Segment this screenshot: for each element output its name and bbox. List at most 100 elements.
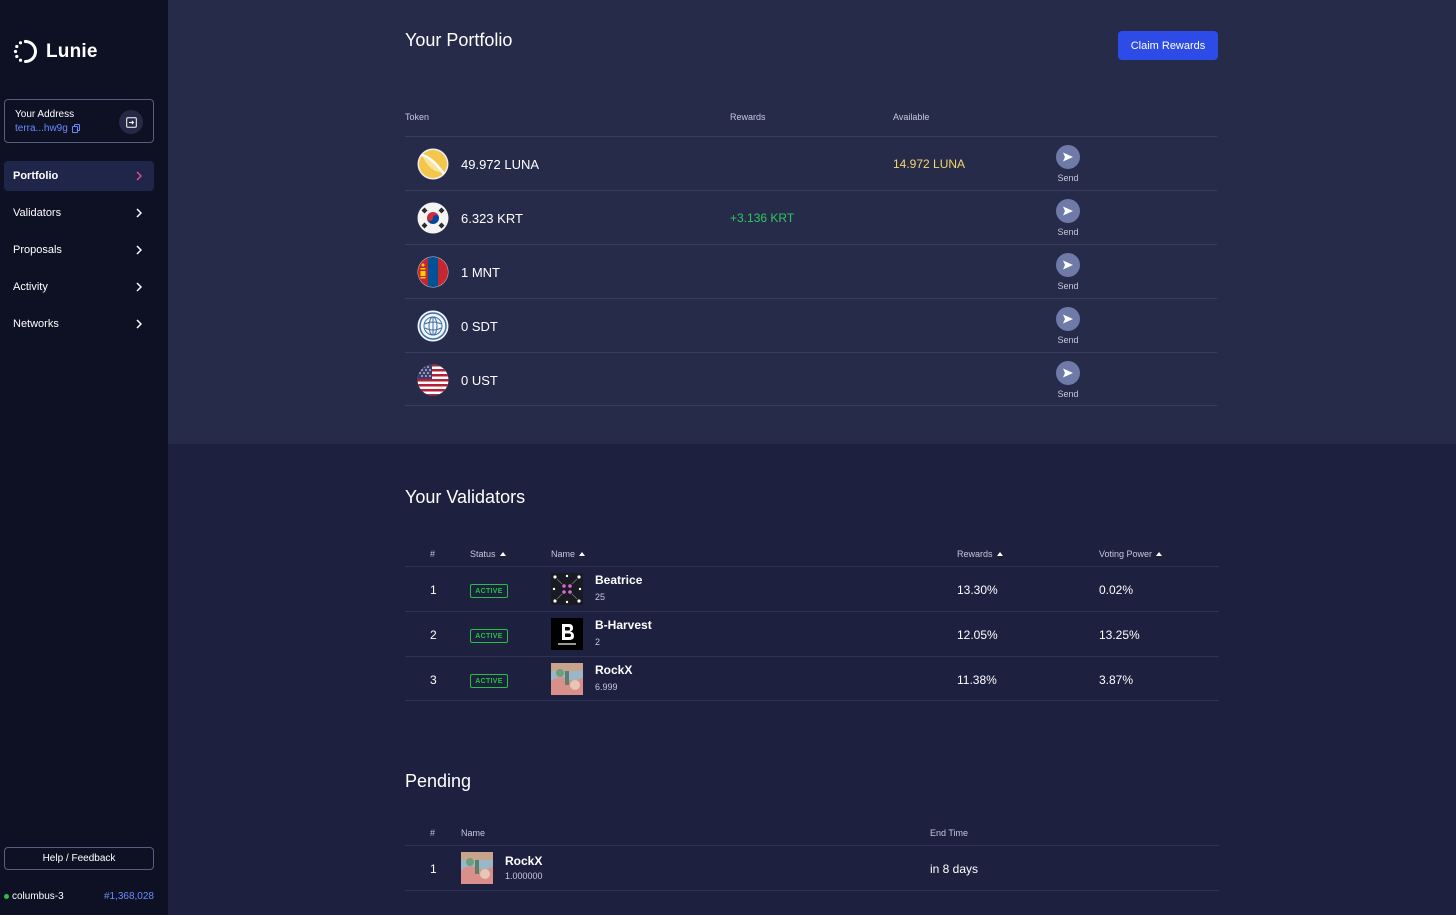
column-header-name: Name	[461, 828, 486, 838]
chevron-right-icon	[136, 282, 142, 292]
sort-ascending-icon	[996, 552, 1003, 556]
column-header-rewards: Rewards	[730, 112, 766, 122]
sort-ascending-icon	[499, 552, 506, 556]
send-circle[interactable]	[1056, 199, 1080, 223]
sidebar-item-activity[interactable]: Activity	[4, 272, 154, 302]
table-row[interactable]: 1 ACTIVE Beatrice 25 13.30% 0.02%	[405, 566, 1219, 611]
validator-name: RockX	[595, 663, 633, 677]
address-value[interactable]: terra...hw9g	[15, 123, 80, 134]
column-header-rewards[interactable]: Rewards	[957, 549, 1003, 559]
table-row[interactable]: 2 ACTIVE B-Harvest 2 12.05% 13.25%	[405, 611, 1219, 656]
send-circle[interactable]	[1056, 361, 1080, 385]
validators-section: Your Validators # Status Name Rewards Vo…	[168, 444, 1456, 915]
chevron-right-icon	[136, 171, 142, 181]
column-header-label: Voting Power	[1099, 549, 1153, 559]
pending-title: Pending	[405, 771, 472, 791]
imf-seal-icon	[417, 310, 449, 342]
table-row: 0 UST Send	[405, 352, 1217, 406]
send-button[interactable]: Send	[1050, 145, 1086, 183]
block-number[interactable]: #1,368,028	[104, 891, 154, 902]
column-header-name[interactable]: Name	[551, 549, 586, 559]
address-text: terra...hw9g	[15, 123, 68, 134]
token-amount: 0 SDT	[461, 319, 498, 334]
send-label: Send	[1057, 335, 1079, 345]
column-header-label: Status	[470, 549, 496, 559]
table-row[interactable]: 1 RockX 1.000000 in 8 days	[405, 845, 1219, 891]
validator-name: B-Harvest	[595, 618, 652, 632]
sidebar-item-proposals[interactable]: Proposals	[4, 235, 154, 265]
sidebar-item-portfolio[interactable]: Portfolio	[4, 161, 154, 191]
send-icon	[1063, 152, 1073, 162]
copy-icon[interactable]	[71, 124, 80, 133]
token-rewards: +3.136 KRT	[730, 211, 795, 225]
sort-ascending-icon	[1156, 552, 1163, 556]
logo[interactable]: Lunie	[13, 39, 98, 64]
usa-flag-icon	[417, 364, 449, 396]
validator-stake: 25	[595, 592, 606, 602]
validator-rank: 1	[430, 583, 437, 597]
sidebar-item-networks[interactable]: Networks	[4, 309, 154, 339]
send-circle[interactable]	[1056, 145, 1080, 169]
address-box: Your Address terra...hw9g	[4, 99, 154, 143]
sidebar-item-label: Validators	[13, 207, 62, 219]
table-row: 0 SDT Send	[405, 298, 1217, 352]
network-status-dot	[4, 894, 9, 899]
sidebar: Lunie Your Address terra...hw9g Portfoli…	[0, 0, 168, 915]
column-header-label: Rewards	[957, 549, 993, 559]
column-header-status[interactable]: Status	[470, 549, 506, 559]
help-feedback-button[interactable]: Help / Feedback	[4, 847, 154, 870]
validator-rank: 3	[430, 673, 437, 687]
pending-amount: 1.000000	[505, 871, 543, 881]
validator-voting-power: 0.02%	[1099, 583, 1134, 597]
column-header-voting-power[interactable]: Voting Power	[1099, 549, 1163, 559]
network-name: columbus-3	[12, 891, 64, 902]
chevron-right-icon	[136, 319, 142, 329]
validator-stake: 2	[595, 637, 601, 647]
send-button[interactable]: Send	[1050, 361, 1086, 399]
table-row: 1 MNT Send	[405, 244, 1217, 298]
send-button[interactable]: Send	[1050, 253, 1086, 291]
status-badge: ACTIVE	[470, 674, 508, 688]
sidebar-item-validators[interactable]: Validators	[4, 198, 154, 228]
address-label: Your Address	[15, 109, 75, 120]
column-header-token: Token	[405, 112, 430, 122]
validators-title: Your Validators	[405, 487, 526, 507]
send-circle[interactable]	[1056, 253, 1080, 277]
sort-ascending-icon	[579, 552, 586, 556]
token-amount: 1 MNT	[461, 265, 500, 280]
b-harvest-avatar	[551, 618, 583, 650]
portfolio-title: Your Portfolio	[405, 30, 513, 50]
beatrice-avatar	[551, 573, 583, 605]
send-label: Send	[1057, 173, 1079, 183]
luna-icon	[417, 148, 449, 180]
claim-rewards-button[interactable]: Claim Rewards	[1118, 31, 1218, 60]
validator-rewards: 12.05%	[957, 628, 998, 642]
sign-out-icon	[125, 116, 137, 128]
pending-end-time: in 8 days	[930, 862, 979, 876]
send-circle[interactable]	[1056, 307, 1080, 331]
lunie-logo-icon	[13, 39, 37, 63]
send-icon	[1063, 260, 1073, 270]
status-badge: ACTIVE	[470, 584, 508, 598]
validator-name: Beatrice	[595, 573, 643, 587]
table-row[interactable]: 3 ACTIVE RockX 6.999 11.38% 3.87%	[405, 656, 1219, 701]
chevron-right-icon	[136, 208, 142, 218]
validator-voting-power: 3.87%	[1099, 673, 1134, 687]
send-icon	[1063, 206, 1073, 216]
portfolio-section: Your Portfolio Claim Rewards Token Rewar…	[168, 0, 1456, 444]
send-button[interactable]: Send	[1050, 199, 1086, 237]
column-header-label: Name	[551, 549, 576, 559]
send-icon	[1063, 368, 1073, 378]
network-status[interactable]: columbus-3 #1,368,028	[4, 891, 154, 902]
column-header-rank: #	[430, 549, 436, 559]
send-button[interactable]: Send	[1050, 307, 1086, 345]
send-icon	[1063, 314, 1073, 324]
token-amount: 6.323 KRT	[461, 211, 523, 226]
sign-out-button[interactable]	[119, 110, 143, 134]
validator-stake: 6.999	[595, 682, 618, 692]
pending-validator-name: RockX	[505, 854, 543, 868]
token-amount: 49.972 LUNA	[461, 157, 540, 172]
chevron-right-icon	[136, 245, 142, 255]
table-row: 49.972 LUNA 14.972 LUNA Send	[405, 136, 1217, 190]
column-header-rank: #	[430, 828, 436, 838]
